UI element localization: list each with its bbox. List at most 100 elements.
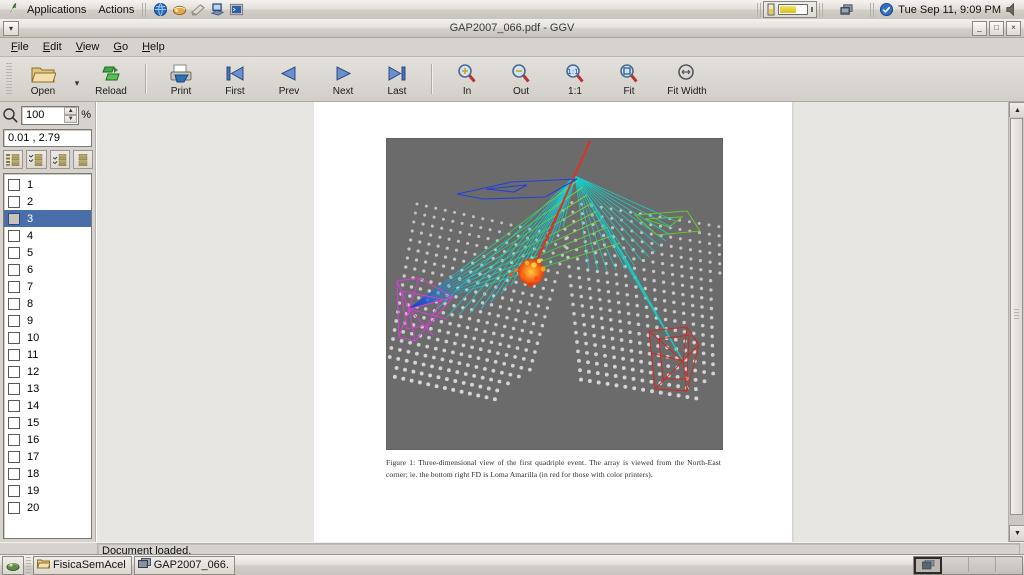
- page-list-item[interactable]: 20: [4, 499, 91, 516]
- taskbar-drag-handle[interactable]: [26, 557, 31, 573]
- page-checkbox[interactable]: [8, 178, 20, 191]
- toolbar-next-button[interactable]: Next: [316, 60, 370, 98]
- page-list-item[interactable]: 18: [4, 465, 91, 482]
- page-list-item[interactable]: 2: [4, 193, 91, 210]
- page-checkbox[interactable]: [8, 280, 20, 293]
- toolbar-prev-button[interactable]: Prev: [262, 60, 316, 98]
- menu-file[interactable]: File: [4, 39, 36, 55]
- toolbar-first-button[interactable]: First: [208, 60, 262, 98]
- page-checkbox[interactable]: [8, 348, 20, 361]
- page-checkbox[interactable]: [8, 195, 20, 208]
- toolbar-print-button[interactable]: Print: [154, 60, 208, 98]
- page-checkbox[interactable]: [8, 467, 20, 480]
- scrollbar-thumb[interactable]: [1010, 118, 1023, 515]
- page-checkbox[interactable]: [8, 229, 20, 242]
- page-list[interactable]: 1 2 3 4 5 6 7 8 9 10 11 12 13 14 15 16 1: [3, 173, 92, 539]
- svg-text:1:1: 1:1: [567, 68, 578, 76]
- page-list-item[interactable]: 7: [4, 278, 91, 295]
- page-list-item[interactable]: 10: [4, 329, 91, 346]
- page-list-item[interactable]: 13: [4, 380, 91, 397]
- page-checkbox[interactable]: [8, 433, 20, 446]
- page-list-item[interactable]: 17: [4, 448, 91, 465]
- scrollbar-track[interactable]: [1009, 117, 1024, 527]
- chevron-down-icon[interactable]: ▾: [70, 70, 84, 89]
- page-checkbox[interactable]: [8, 450, 20, 463]
- page-checkbox[interactable]: [8, 246, 20, 259]
- volume-icon[interactable]: [1005, 2, 1022, 17]
- email-icon[interactable]: [172, 2, 187, 17]
- task-button-fisicasemacel[interactable]: FisicaSemAcel: [33, 555, 132, 575]
- scroll-down-button[interactable]: ▼: [1009, 525, 1024, 542]
- page-list-item[interactable]: 4: [4, 227, 91, 244]
- page-checkbox[interactable]: [8, 297, 20, 310]
- network-monitor-icon[interactable]: [825, 2, 868, 17]
- page-checkbox[interactable]: [8, 314, 20, 327]
- panel-clock[interactable]: Tue Sep 11, 9:09 PM: [894, 4, 1005, 16]
- battery-tray[interactable]: [763, 1, 818, 18]
- workspace-4[interactable]: [996, 556, 1022, 572]
- close-button[interactable]: ×: [1006, 20, 1021, 36]
- document-view[interactable]: Figure 1: Three-dimensional view of the …: [96, 102, 1024, 542]
- zoom-input[interactable]: 100 ▲ ▼: [21, 105, 80, 125]
- page-list-item[interactable]: 19: [4, 482, 91, 499]
- toolbar-fit-button[interactable]: Fit: [602, 60, 656, 98]
- task-button-gap2007[interactable]: GAP2007_066.: [133, 555, 235, 575]
- terminal-icon[interactable]: [229, 2, 244, 17]
- window-body: 100 ▲ ▼ % 0.01 , 2.79 1 2 3 4 5 6 7 8 9 …: [0, 102, 1024, 542]
- zoom-control-row: 100 ▲ ▼ %: [0, 102, 95, 126]
- menu-go[interactable]: Go: [106, 39, 135, 55]
- page-list-item[interactable]: 14: [4, 397, 91, 414]
- page-checkbox[interactable]: [8, 365, 20, 378]
- workspace-1[interactable]: [914, 556, 942, 574]
- page-checkbox[interactable]: [8, 501, 20, 514]
- toolbar-drag-handle[interactable]: [6, 63, 12, 95]
- zoom-stepper-up[interactable]: ▲: [64, 106, 78, 115]
- page-list-item[interactable]: 16: [4, 431, 91, 448]
- maximize-button[interactable]: □: [989, 20, 1004, 36]
- deselect-all-pages-icon[interactable]: [72, 150, 93, 169]
- page-checkbox[interactable]: [8, 399, 20, 412]
- actions-menu-label[interactable]: Actions: [92, 2, 140, 18]
- applications-menu-label[interactable]: Applications: [21, 2, 92, 18]
- toolbar-zoom-in-button[interactable]: In: [440, 60, 494, 98]
- page-list-item[interactable]: 8: [4, 295, 91, 312]
- page-list-item[interactable]: 12: [4, 363, 91, 380]
- page-checkbox[interactable]: [8, 331, 20, 344]
- menu-help[interactable]: Help: [135, 39, 172, 55]
- workspace-3[interactable]: [969, 556, 996, 572]
- workspace-switcher[interactable]: [913, 555, 1023, 575]
- show-desktop-icon[interactable]: [2, 555, 24, 575]
- toolbar-fit-width-button[interactable]: Fit Width: [656, 60, 718, 98]
- select-even-pages-icon[interactable]: [49, 150, 70, 169]
- page-checkbox[interactable]: [8, 416, 20, 429]
- menu-view[interactable]: View: [69, 39, 107, 55]
- zoom-stepper-down[interactable]: ▼: [64, 114, 78, 123]
- page-list-item[interactable]: 9: [4, 312, 91, 329]
- page-checkbox[interactable]: [8, 382, 20, 395]
- page-list-item[interactable]: 5: [4, 244, 91, 261]
- text-editor-icon[interactable]: [191, 2, 206, 17]
- page-checkbox[interactable]: [8, 484, 20, 497]
- page-list-item[interactable]: 6: [4, 261, 91, 278]
- toolbar-last-button[interactable]: Last: [370, 60, 424, 98]
- window-titlebar[interactable]: ▾ GAP2007_066.pdf - GGV _ □ ×: [0, 19, 1024, 38]
- workspace-2[interactable]: [942, 556, 969, 572]
- document-vertical-scrollbar[interactable]: ▲ ▼: [1008, 102, 1024, 542]
- page-checkbox[interactable]: [8, 263, 20, 276]
- page-list-item-selected[interactable]: 3: [4, 210, 91, 227]
- page-checkbox[interactable]: [8, 212, 20, 225]
- minimize-button[interactable]: _: [972, 20, 987, 36]
- toolbar-zoom-out-button[interactable]: Out: [494, 60, 548, 98]
- help-icon[interactable]: [210, 2, 225, 17]
- toolbar-zoom-original-button[interactable]: 1:1 1:1: [548, 60, 602, 98]
- window-menu-icon[interactable]: ▾: [3, 20, 19, 36]
- menu-edit[interactable]: Edit: [36, 39, 69, 55]
- page-list-item[interactable]: 1: [4, 176, 91, 193]
- toolbar-reload-button[interactable]: Reload: [84, 60, 138, 98]
- page-list-item[interactable]: 11: [4, 346, 91, 363]
- select-odd-pages-icon[interactable]: [26, 150, 47, 169]
- select-all-pages-icon[interactable]: [3, 150, 24, 169]
- toolbar-open-button[interactable]: Open: [16, 60, 70, 98]
- web-browser-icon[interactable]: [153, 2, 168, 17]
- page-list-item[interactable]: 15: [4, 414, 91, 431]
